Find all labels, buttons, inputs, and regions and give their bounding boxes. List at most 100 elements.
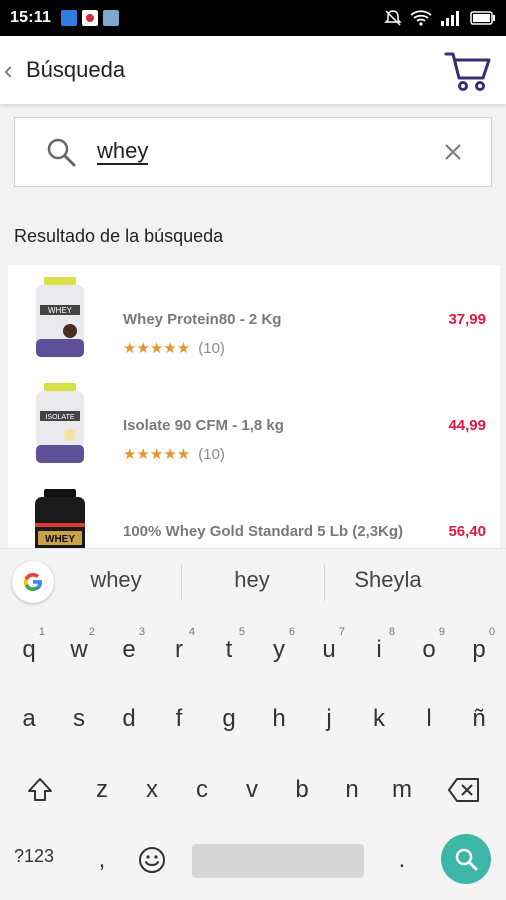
key-label: l [426,705,432,732]
key-e[interactable]: e3 [105,622,153,678]
emoji-icon [139,847,165,873]
product-item[interactable]: WHEY Whey Protein80 - 2 Kg 37,99 ★★★★★ (… [8,265,500,371]
key-hint: 8 [388,626,395,638]
key-h[interactable]: h [255,691,303,747]
suggestion-2[interactable]: hey [182,567,322,593]
key-y[interactable]: y6 [255,622,303,678]
key-label: . [398,846,406,873]
key-q[interactable]: q1 [5,622,53,678]
key-hint: 5 [238,626,245,638]
product-image: WHEY [36,277,84,357]
shift-key[interactable] [16,762,64,818]
key-label: u [322,636,336,663]
key-label: h [272,705,286,732]
key-hint: 4 [188,626,195,638]
key-m[interactable]: m [378,762,426,818]
key-label: e [122,636,136,663]
key-z[interactable]: z [78,762,126,818]
symbols-key[interactable]: ?123 [14,846,54,867]
key-label: f [175,705,183,732]
product-rating: ★★★★★ (10) [123,339,225,358]
product-image-label: WHEY [48,306,73,315]
search-icon [455,848,478,871]
period-key[interactable]: . [378,832,426,888]
key-k[interactable]: k [355,691,403,747]
results-list: WHEY Whey Protein80 - 2 Kg 37,99 ★★★★★ (… [8,265,500,548]
key-a[interactable]: a [5,691,53,747]
key-hint: 1 [38,626,45,638]
google-logo-icon [23,573,42,591]
key-b[interactable]: b [278,762,326,818]
key-v[interactable]: v [228,762,276,818]
results-heading: Resultado de la búsqueda [14,226,224,246]
product-name[interactable]: Whey Protein80 - 2 Kg [123,311,281,328]
key-j[interactable]: j [305,691,353,747]
suggestion-3[interactable]: Sheyla [318,567,458,593]
key-d[interactable]: d [105,691,153,747]
key-label: t [225,636,233,663]
product-item[interactable]: ISOLATE Isolate 90 CFM - 1,8 kg 44,99 ★★… [8,371,500,477]
key-u[interactable]: u7 [305,622,353,678]
key-n-tilde[interactable]: ñ [455,691,503,747]
key-label: j [326,705,332,732]
notification-pokeball-icon [82,10,99,26]
cart-icon[interactable] [444,48,492,92]
key-label: v [246,776,258,803]
key-label: r [175,636,183,663]
product-name[interactable]: Isolate 90 CFM - 1,8 kg [123,417,284,434]
suggestion-bar: whey hey Sheyla [0,548,506,614]
key-label: g [222,705,236,732]
key-n[interactable]: n [328,762,376,818]
clear-icon[interactable] [441,140,465,164]
notification-image-icon [103,10,120,26]
page-title[interactable]: Búsqueda [26,57,125,83]
product-item[interactable]: WHEY 100% Whey Gold Standard 5 Lb (2,3Kg… [8,477,500,548]
key-w[interactable]: w2 [55,622,103,678]
search-icon [47,138,76,167]
key-label: n [345,776,359,803]
key-label: b [295,776,309,803]
keyboard: q1 w2 e3 r4 t5 y6 u7 i8 o9 p0 a s d f g … [0,614,506,900]
backspace-icon [448,778,479,802]
key-c[interactable]: c [178,762,226,818]
key-hint: 3 [138,626,145,638]
space-key[interactable] [192,844,364,878]
star-rating-icon: ★★★★★ [123,446,191,463]
key-label: k [373,705,385,732]
mute-bell-icon [384,10,402,26]
search-field[interactable]: whey [14,117,492,187]
suggestion-1[interactable]: whey [46,567,186,593]
product-price: 37,99 [448,311,486,328]
key-g[interactable]: g [205,691,253,747]
product-name[interactable]: 100% Whey Gold Standard 5 Lb (2,3Kg) [123,523,403,540]
product-image: ISOLATE [36,383,84,463]
product-image: WHEY [35,489,85,548]
back-chevron-icon[interactable]: ‹ [4,55,22,86]
key-x[interactable]: x [128,762,176,818]
key-o[interactable]: o9 [405,622,453,678]
status-time: 15:11 [10,9,52,26]
key-t[interactable]: t5 [205,622,253,678]
search-input[interactable]: whey [97,139,149,165]
key-label: w [70,636,88,663]
key-label: o [422,636,436,663]
product-image-label: WHEY [45,534,75,545]
key-label: i [376,636,382,663]
status-bar: 15:11 [0,0,506,36]
key-r[interactable]: r4 [155,622,203,678]
key-label: s [73,705,85,732]
battery-icon [470,11,495,25]
emoji-key[interactable] [128,832,176,888]
rating-count: (10) [198,445,225,463]
key-label: c [196,776,208,803]
comma-key[interactable]: , [78,832,126,888]
key-f[interactable]: f [155,691,203,747]
backspace-key[interactable] [440,762,488,818]
key-p[interactable]: p0 [455,622,503,678]
key-i[interactable]: i8 [355,622,403,678]
search-key[interactable] [441,834,491,884]
key-hint: 2 [88,626,95,638]
key-s[interactable]: s [55,691,103,747]
key-label: y [273,636,285,663]
key-l[interactable]: l [405,691,453,747]
